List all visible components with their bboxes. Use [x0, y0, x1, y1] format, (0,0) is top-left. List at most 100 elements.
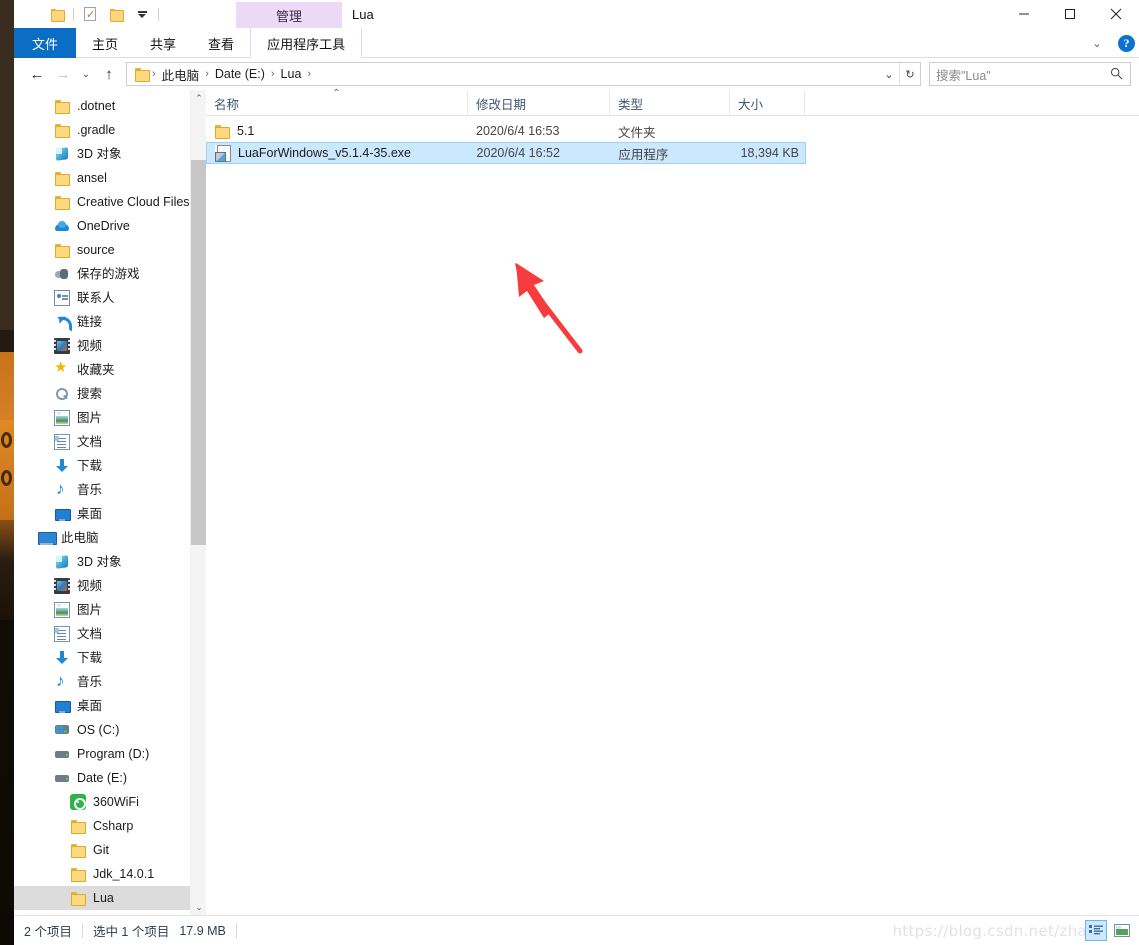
address-dropdown-icon[interactable]: ⌄	[879, 68, 899, 81]
details-view-button[interactable]	[1085, 920, 1107, 941]
sidebar-item-label: 视频	[77, 579, 103, 593]
sidebar-item-16[interactable]: 音乐	[14, 478, 206, 502]
sidebar-item-30[interactable]: Csharp	[14, 814, 206, 838]
qat-divider	[158, 7, 159, 21]
sidebar-item-21[interactable]: 图片	[14, 598, 206, 622]
back-button[interactable]: ←	[24, 61, 50, 87]
qat-folder-button[interactable]	[44, 0, 70, 28]
column-header-type[interactable]: 类型	[610, 90, 730, 116]
cell-size: 18,394 KB	[730, 143, 805, 163]
qat-properties-button[interactable]: ✓	[77, 0, 103, 28]
column-header-name[interactable]: 名称 ⌃	[206, 88, 468, 116]
address-bar[interactable]: › 此电脑 › Date (E:) › Lua › ⌄ ↻	[126, 62, 921, 86]
sidebar-item-15[interactable]: 下载	[14, 454, 206, 478]
sidebar-item-26[interactable]: OS (C:)	[14, 718, 206, 742]
breadcrumb-item-this-pc[interactable]: 此电脑	[158, 65, 204, 84]
sidebar-item-33[interactable]: Lua	[14, 886, 206, 910]
sidebar-item-29[interactable]: 360WiFi	[14, 790, 206, 814]
tab-file[interactable]: 文件	[14, 28, 77, 58]
table-row[interactable]: 5.1 2020/6/4 16:53 文件夹	[206, 120, 1139, 142]
sidebar-item-8[interactable]: 联系人	[14, 286, 206, 310]
ribbon-tab-strip: 文件 主页 共享 查看 应用程序工具 ⌄ ?	[14, 28, 1139, 58]
sidebar-item-label: Program (D:)	[77, 747, 150, 761]
sidebar-item-18[interactable]: 此电脑	[14, 526, 206, 550]
sidebar-item-1[interactable]: .gradle	[14, 118, 206, 142]
breadcrumb-item-date-e[interactable]: Date (E:)	[211, 67, 269, 81]
sidebar-item-0[interactable]: .dotnet	[14, 94, 206, 118]
up-button[interactable]: ↑	[96, 61, 122, 87]
sidebar-item-9[interactable]: 链接	[14, 310, 206, 334]
sidebar-item-3[interactable]: ansel	[14, 166, 206, 190]
column-header-date[interactable]: 修改日期	[468, 90, 610, 116]
sidebar-item-10[interactable]: 视频	[14, 334, 206, 358]
sidebar-item-label: 下载	[77, 651, 103, 665]
refresh-icon[interactable]: ↻	[900, 68, 920, 81]
breadcrumb-separator[interactable]: ›	[150, 68, 158, 80]
sidebar-item-28[interactable]: Date (E:)	[14, 766, 206, 790]
sidebar-item-24[interactable]: 音乐	[14, 670, 206, 694]
sidebar-item-11[interactable]: 收藏夹	[14, 358, 206, 382]
cell-type: 应用程序	[610, 143, 730, 163]
tab-home[interactable]: 主页	[76, 28, 134, 58]
column-header-size-label: 大小	[738, 97, 764, 112]
folder-icon	[54, 194, 70, 210]
ribbon-right-controls: ⌄ ?	[1086, 28, 1135, 58]
sidebar-item-4[interactable]: Creative Cloud Files	[14, 190, 206, 214]
search-input[interactable]: 搜索"Lua"	[929, 62, 1131, 86]
table-row[interactable]: LuaForWindows_v5.1.4-35.exe 2020/6/4 16:5…	[206, 142, 806, 164]
search-icon[interactable]	[1110, 67, 1123, 83]
sidebar-item-27[interactable]: Program (D:)	[14, 742, 206, 766]
breadcrumb-item-lua[interactable]: Lua	[277, 67, 306, 81]
sidebar-item-14[interactable]: 文档	[14, 430, 206, 454]
column-header-size[interactable]: 大小	[730, 90, 805, 116]
help-icon[interactable]: ?	[1118, 34, 1135, 52]
scroll-up-arrow-icon[interactable]: ⌃	[191, 90, 206, 106]
sidebar-item-31[interactable]: Git	[14, 838, 206, 862]
tab-application-tools[interactable]: 应用程序工具	[250, 28, 363, 58]
sidebar-item-label: 桌面	[77, 507, 103, 521]
sidebar-item-32[interactable]: Jdk_14.0.1	[14, 862, 206, 886]
minimize-button[interactable]	[1001, 0, 1047, 28]
breadcrumb-separator[interactable]: ›	[305, 68, 313, 80]
breadcrumb-separator[interactable]: ›	[269, 68, 277, 80]
column-header-name-label: 名称	[214, 97, 240, 112]
tab-share[interactable]: 共享	[134, 28, 192, 58]
sidebar-item-5[interactable]: OneDrive	[14, 214, 206, 238]
scroll-down-arrow-icon[interactable]: ⌄	[191, 899, 206, 915]
selection-count-label: 选中 1 个项目	[92, 925, 170, 939]
forward-button[interactable]: →	[50, 61, 76, 87]
sidebar-item-13[interactable]: 图片	[14, 406, 206, 430]
sidebar-item-25[interactable]: 桌面	[14, 694, 206, 718]
sidebar-item-label: 联系人	[77, 291, 115, 305]
large-icons-view-button[interactable]	[1111, 920, 1133, 941]
qat-customize-button[interactable]	[129, 0, 155, 28]
sidebar-item-12[interactable]: 搜索	[14, 382, 206, 406]
sidebar-item-20[interactable]: 视频	[14, 574, 206, 598]
sidebar-item-22[interactable]: 文档	[14, 622, 206, 646]
navigation-scrollbar[interactable]: ⌃ ⌄	[190, 90, 206, 915]
sidebar-item-label: Jdk_14.0.1	[93, 867, 155, 881]
sidebar-item-2[interactable]: 3D 对象	[14, 142, 206, 166]
sidebar-item-23[interactable]: 下载	[14, 646, 206, 670]
sidebar-item-7[interactable]: 保存的游戏	[14, 262, 206, 286]
scrollbar-thumb[interactable]	[191, 160, 206, 545]
games-icon	[54, 266, 70, 282]
folder-icon	[70, 890, 86, 906]
cell-date-text: 2020/6/4 16:52	[476, 146, 560, 160]
chevron-down-icon[interactable]: ⌄	[1086, 37, 1108, 50]
recent-locations-button[interactable]: ⌄	[76, 61, 96, 87]
close-button[interactable]	[1093, 0, 1139, 28]
sidebar-item-6[interactable]: source	[14, 238, 206, 262]
sidebar-item-label: 收藏夹	[77, 363, 115, 377]
sidebar-item-19[interactable]: 3D 对象	[14, 550, 206, 574]
sidebar-item-label: 文档	[77, 627, 103, 641]
qat-new-folder-button[interactable]	[103, 0, 129, 28]
tab-view[interactable]: 查看	[192, 28, 250, 58]
customize-dropdown-icon	[137, 10, 147, 18]
sidebar-item-17[interactable]: 桌面	[14, 502, 206, 526]
column-header-type-label: 类型	[618, 97, 644, 112]
breadcrumb-separator[interactable]: ›	[203, 68, 211, 80]
maximize-button[interactable]	[1047, 0, 1093, 28]
cell-date: 2020/6/4 16:53	[468, 120, 610, 142]
title-bar: ✓ 管理 Lua	[14, 0, 1139, 28]
